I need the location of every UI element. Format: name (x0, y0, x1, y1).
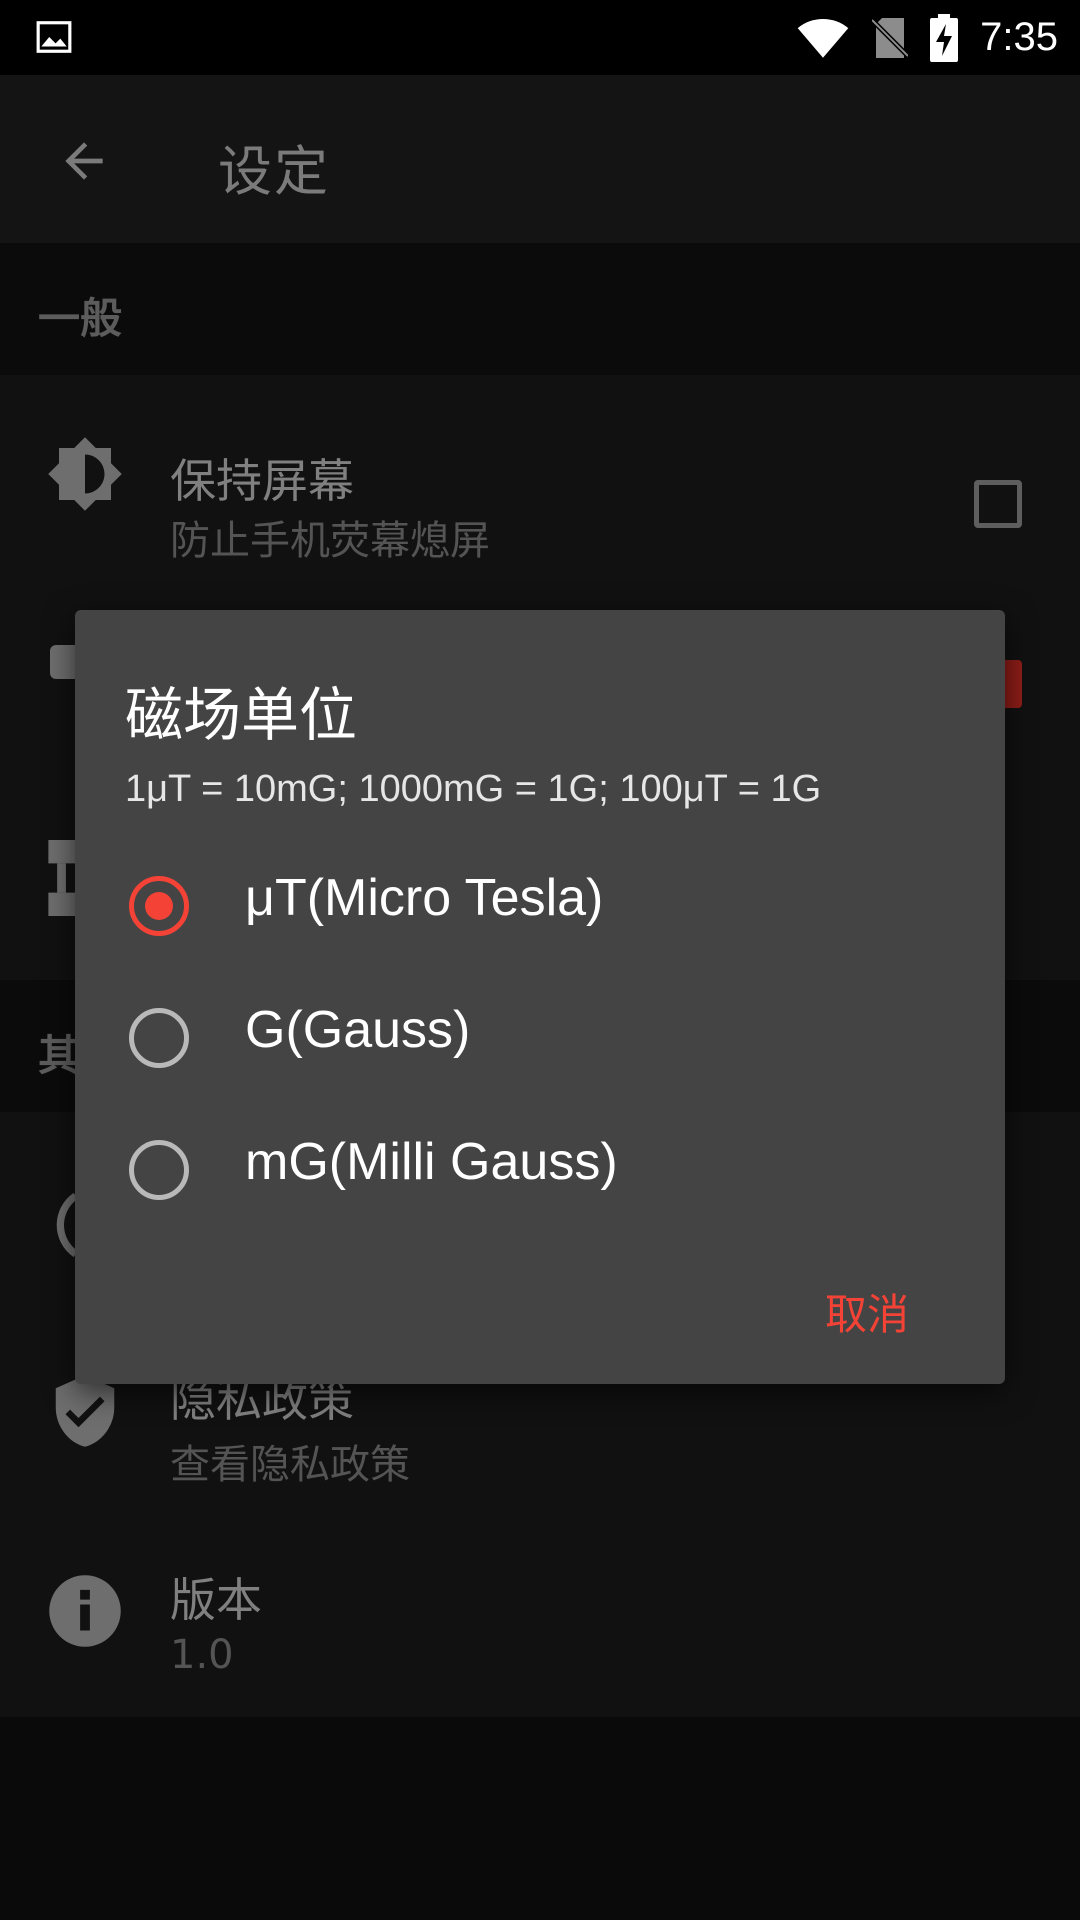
option-label: G(Gauss) (245, 1001, 471, 1059)
dialog-message: 1μT = 10mG; 1000mG = 1G; 100μT = 1G (125, 768, 822, 810)
setting-subtitle: 1.0 (170, 1632, 234, 1678)
no-sim-icon (872, 17, 909, 58)
radio-button-selected[interactable] (129, 876, 189, 936)
image-icon (36, 21, 72, 53)
app-bar: 设定 (0, 75, 1080, 243)
setting-item-keep-screen[interactable]: 保持屏幕 防止手机荧幕熄屏 (0, 405, 1080, 564)
option-micro-tesla[interactable]: μT(Micro Tesla) (75, 838, 1005, 970)
setting-title: 保持屏幕 (170, 454, 354, 508)
status-icons: 7:35 (796, 0, 1058, 75)
keep-screen-checkbox[interactable] (974, 480, 1022, 528)
setting-subtitle: 查看隐私政策 (170, 1442, 410, 1488)
section-label: 一般 (38, 294, 123, 343)
page-title: 设定 (218, 140, 330, 203)
hierarchy-icon (48, 840, 78, 916)
setting-title: 版本 (170, 1573, 262, 1627)
setting-item-version[interactable]: 版本 1.0 (0, 1532, 1080, 1712)
radio-button[interactable] (129, 1008, 189, 1068)
option-milli-gauss[interactable]: mG(Milli Gauss) (75, 1102, 1005, 1234)
dialog-title: 磁场单位 (125, 681, 358, 749)
section-header-general: 一般 (0, 243, 1080, 375)
wifi-icon (797, 18, 849, 58)
section-label: 其 (38, 1031, 81, 1080)
status-bar: 7:35 (0, 0, 1080, 75)
radio-button[interactable] (129, 1140, 189, 1200)
info-icon (49, 1575, 121, 1647)
status-time: 7:35 (980, 15, 1058, 59)
option-gauss[interactable]: G(Gauss) (75, 970, 1005, 1102)
brightness-icon (48, 437, 122, 511)
setting-subtitle: 防止手机荧幕熄屏 (170, 518, 490, 564)
arrow-left-icon[interactable] (56, 133, 112, 189)
cancel-button[interactable]: 取消 (819, 1275, 915, 1348)
battery-charging-icon (930, 13, 959, 62)
option-label: μT(Micro Tesla) (245, 869, 604, 927)
option-label: mG(Milli Gauss) (245, 1133, 618, 1191)
unit-dialog: 磁场单位 1μT = 10mG; 1000mG = 1G; 100μT = 1G… (75, 610, 1005, 1384)
